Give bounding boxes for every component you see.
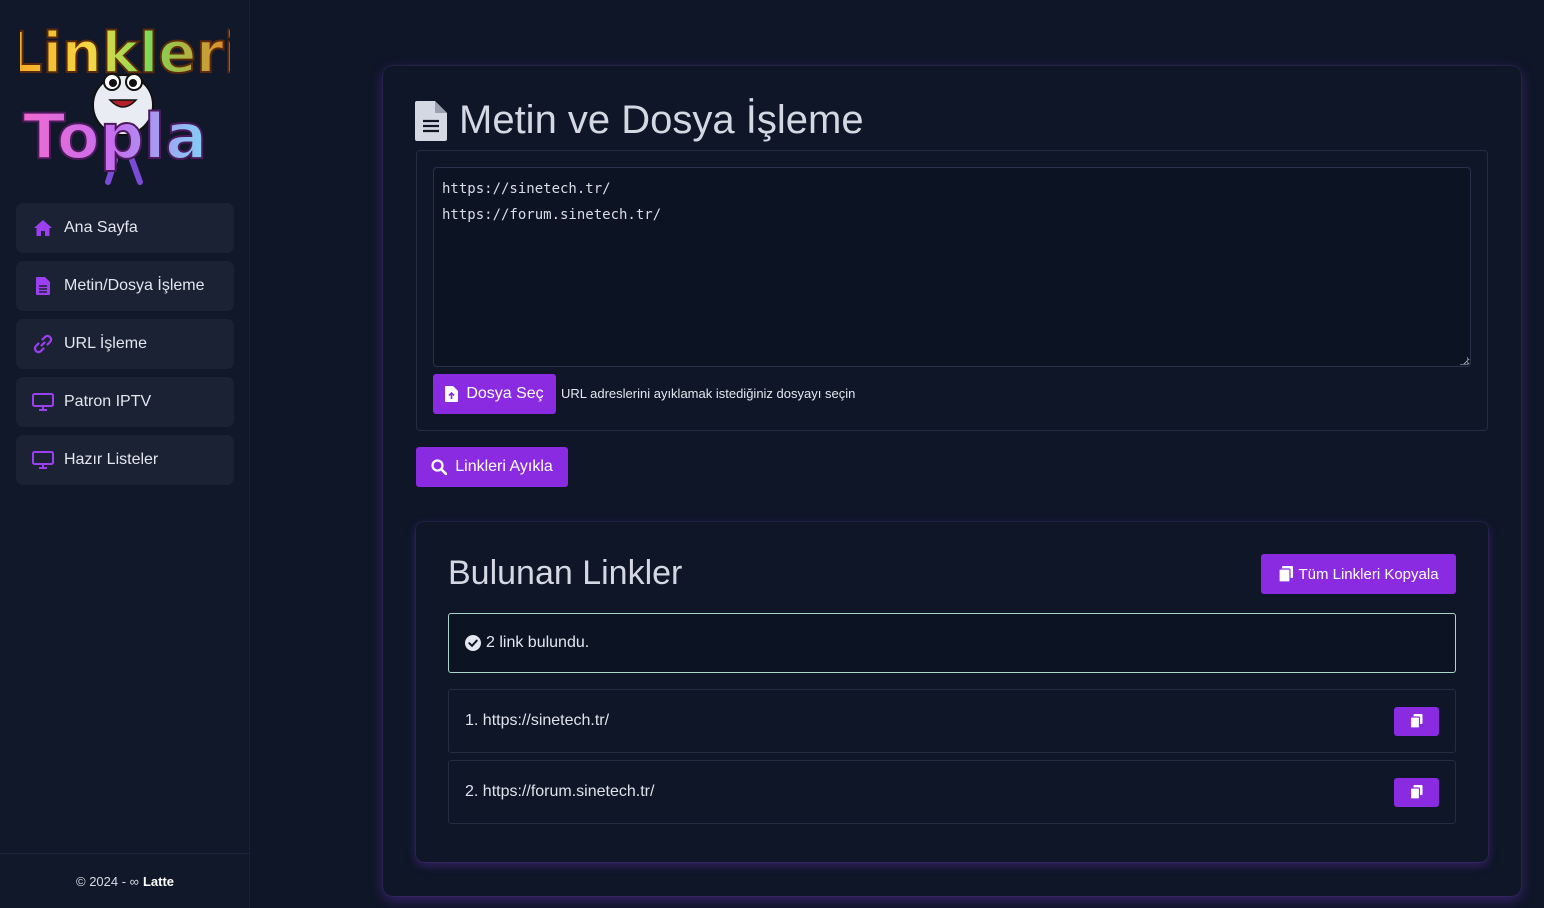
file-upload-icon (445, 386, 459, 402)
file-icon (32, 275, 54, 297)
home-icon (32, 217, 54, 239)
copy-icon (1410, 785, 1423, 799)
sidebar-item-ana-sayfa[interactable]: Ana Sayfa (16, 203, 234, 253)
copy-link-button[interactable] (1394, 777, 1439, 807)
copy-icon (1278, 566, 1294, 582)
choose-file-button[interactable]: Dosya Seç (433, 374, 556, 414)
copy-all-links-button[interactable]: Tüm Linkleri Kopyala (1261, 554, 1456, 594)
sidebar-item-label: Ana Sayfa (64, 219, 138, 236)
link-row: 2. https://forum.sinetech.tr/ (448, 760, 1456, 824)
sidebar: Linkleri Topla Ana Sayfa Metin/Dosya İşl… (0, 0, 250, 908)
page-title: Metin ve Dosya İşleme (415, 98, 864, 143)
sidebar-item-metin-dosya[interactable]: Metin/Dosya İşleme (16, 261, 234, 311)
monitor-icon (32, 391, 54, 413)
results-card: Bulunan Linkler Tüm Linkleri Kopyala 2 l… (416, 522, 1488, 862)
sidebar-item-url-isleme[interactable]: URL İşleme (16, 319, 234, 369)
sidebar-item-patron-iptv[interactable]: Patron IPTV (16, 377, 234, 427)
sidebar-item-label: Hazır Listeler (64, 451, 159, 468)
choose-file-label: Dosya Seç (466, 385, 544, 402)
link-row: 1. https://sinetech.tr/ (448, 689, 1456, 753)
link-text[interactable]: 1. https://sinetech.tr/ (465, 712, 609, 730)
extract-links-label: Linkleri Ayıkla (455, 458, 553, 475)
sidebar-footer: © 2024 - ∞ Latte (0, 853, 250, 908)
url-textarea[interactable]: https://sinetech.tr/ https://forum.sinet… (433, 167, 1471, 367)
logo[interactable]: Linkleri Topla (6, 10, 244, 190)
copy-link-button[interactable] (1394, 706, 1439, 736)
textarea-resize-handle[interactable] (1460, 357, 1468, 365)
sidebar-item-label: Patron IPTV (64, 393, 152, 410)
input-panel: https://sinetech.tr/ https://forum.sinet… (416, 150, 1488, 431)
page-title-text: Metin ve Dosya İşleme (459, 98, 864, 142)
link-icon (32, 333, 54, 355)
sidebar-item-label: Metin/Dosya İşleme (64, 277, 205, 294)
link-list: 1. https://sinetech.tr/ 2. https://forum… (448, 689, 1456, 831)
sidebar-nav: Ana Sayfa Metin/Dosya İşleme URL İşleme … (16, 203, 234, 493)
search-icon (431, 459, 448, 475)
copy-all-label: Tüm Linkleri Kopyala (1298, 565, 1439, 583)
file-hint: URL adreslerini ayıklamak istediğiniz do… (561, 386, 856, 401)
copyright-text: © 2024 - ∞ (76, 873, 139, 889)
results-title: Bulunan Linkler (448, 554, 683, 592)
sidebar-item-label: URL İşleme (64, 335, 147, 352)
copy-icon (1410, 714, 1423, 728)
brand-name: Latte (142, 873, 174, 889)
svg-text:Linkleri: Linkleri (20, 21, 230, 86)
success-alert: 2 link bulundu. (448, 613, 1456, 673)
logo-image: Linkleri Topla (6, 20, 244, 185)
svg-text:Topla: Topla (23, 100, 207, 173)
alert-text: 2 link bulundu. (486, 634, 590, 651)
file-icon (415, 100, 447, 141)
extract-links-button[interactable]: Linkleri Ayıkla (416, 447, 568, 487)
link-text[interactable]: 2. https://forum.sinetech.tr/ (465, 783, 654, 801)
sidebar-item-hazir-listeler[interactable]: Hazır Listeler (16, 435, 234, 485)
check-circle-icon (465, 635, 481, 651)
monitor-icon (32, 449, 54, 471)
